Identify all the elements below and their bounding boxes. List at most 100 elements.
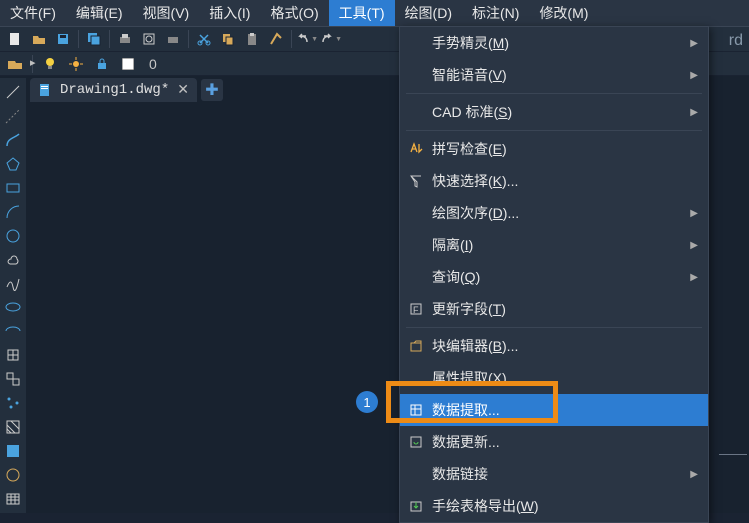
saveall-button[interactable] bbox=[83, 28, 105, 50]
hatch-tool[interactable] bbox=[2, 417, 24, 437]
cut-button[interactable] bbox=[193, 28, 215, 50]
menu-item-1[interactable]: 智能语音(V)▶ bbox=[400, 59, 708, 91]
menu-item-14[interactable]: 数据提取... bbox=[400, 394, 708, 426]
submenu-arrow-icon: ▶ bbox=[690, 240, 698, 251]
menu-item-label: 更新字段(T) bbox=[432, 299, 506, 319]
data-icon bbox=[406, 403, 426, 417]
menu-item-label: 数据提取... bbox=[432, 400, 500, 420]
menu-separator bbox=[406, 327, 702, 328]
menu-item-12[interactable]: 块编辑器(B)... bbox=[400, 330, 708, 362]
lightbulb-icon[interactable] bbox=[39, 53, 61, 75]
menu-separator bbox=[406, 93, 702, 94]
menu-item-0[interactable]: 手势精灵(M) ▶ bbox=[400, 27, 708, 59]
layer-name-field[interactable]: 0 bbox=[143, 56, 163, 72]
menu-item-label: 属性提取(X) bbox=[432, 368, 507, 388]
table-tool[interactable] bbox=[2, 489, 24, 509]
menu-item-16[interactable]: 数据链接 ▶ bbox=[400, 458, 708, 490]
menu-item-9[interactable]: 查询(Q)▶ bbox=[400, 261, 708, 293]
tab-close-button[interactable]: ✕ bbox=[177, 82, 189, 99]
preview-button[interactable] bbox=[138, 28, 160, 50]
layer-color-swatch[interactable] bbox=[117, 53, 139, 75]
tab-title: Drawing1.dwg* bbox=[60, 82, 169, 98]
menu-tools[interactable]: 工具(T) bbox=[329, 0, 395, 26]
menu-insert[interactable]: 插入(I) bbox=[199, 0, 260, 26]
polygon-tool[interactable] bbox=[2, 154, 24, 174]
menubar: 文件(F) 编辑(E) 视图(V) 插入(I) 格式(O) 工具(T) 绘图(D… bbox=[0, 0, 749, 26]
ellipse-tool[interactable] bbox=[2, 297, 24, 317]
menu-item-3[interactable]: CAD 标准(S) ▶ bbox=[400, 96, 708, 128]
match-button[interactable] bbox=[265, 28, 287, 50]
revcloud-tool[interactable] bbox=[2, 250, 24, 270]
menu-draw[interactable]: 绘图(D) bbox=[395, 0, 462, 26]
spell-icon bbox=[406, 142, 426, 156]
refresh-icon bbox=[406, 435, 426, 449]
menu-item-5[interactable]: 拼写检查(E) bbox=[400, 133, 708, 165]
menu-modify[interactable]: 修改(M) bbox=[529, 0, 598, 26]
field-icon: F bbox=[406, 302, 426, 316]
submenu-arrow-icon: ▶ bbox=[690, 107, 698, 118]
chevron-down-icon: ▼ bbox=[335, 36, 342, 43]
menu-item-label: 隔离(I) bbox=[432, 235, 473, 255]
redo-button[interactable]: ▼ bbox=[320, 28, 342, 50]
document-tab[interactable]: Drawing1.dwg* ✕ bbox=[30, 78, 197, 102]
menu-item-13[interactable]: 属性提取(X) bbox=[400, 362, 708, 394]
menu-item-6[interactable]: 快速选择(K)... bbox=[400, 165, 708, 197]
construction-line-tool[interactable] bbox=[2, 106, 24, 126]
copy-button[interactable] bbox=[217, 28, 239, 50]
ellipse-arc-tool[interactable] bbox=[2, 321, 24, 341]
spline-tool[interactable] bbox=[2, 274, 24, 294]
menu-format[interactable]: 格式(O) bbox=[260, 0, 328, 26]
menu-file[interactable]: 文件(F) bbox=[0, 0, 66, 26]
insert-block-tool[interactable] bbox=[2, 345, 24, 365]
arc-tool[interactable] bbox=[2, 202, 24, 222]
submenu-arrow-icon: ▶ bbox=[690, 469, 698, 480]
svg-text:F: F bbox=[413, 305, 419, 315]
menu-item-label: 手绘表格导出(W) bbox=[432, 496, 539, 516]
ribbon-fragment-text: rd bbox=[729, 32, 743, 50]
undo-button[interactable]: ▼ bbox=[296, 28, 318, 50]
toolbar-separator bbox=[291, 30, 292, 48]
decoration-line bbox=[719, 454, 747, 455]
menu-item-label: 数据链接 bbox=[432, 464, 488, 484]
menu-item-15[interactable]: 数据更新... bbox=[400, 426, 708, 458]
menu-dim[interactable]: 标注(N) bbox=[462, 0, 529, 26]
rectangle-tool[interactable] bbox=[2, 178, 24, 198]
submenu-arrow-icon: ▶ bbox=[690, 38, 698, 49]
menu-item-10[interactable]: F 更新字段(T) bbox=[400, 293, 708, 325]
save-button[interactable] bbox=[52, 28, 74, 50]
tab-expand-icon[interactable]: ▸ bbox=[30, 56, 36, 69]
print-button[interactable] bbox=[114, 28, 136, 50]
layer-manager-button[interactable] bbox=[4, 53, 26, 75]
plot-button[interactable] bbox=[162, 28, 184, 50]
sun-icon[interactable] bbox=[65, 53, 87, 75]
lock-icon[interactable] bbox=[91, 53, 113, 75]
draw-palette bbox=[0, 78, 26, 513]
paste-button[interactable] bbox=[241, 28, 263, 50]
new-tab-button[interactable]: ✚ bbox=[201, 79, 223, 101]
menu-item-7[interactable]: 绘图次序(D)...▶ bbox=[400, 197, 708, 229]
toolbar-separator bbox=[109, 30, 110, 48]
gradient-tool[interactable] bbox=[2, 441, 24, 461]
menu-item-label: 智能语音(V) bbox=[432, 65, 507, 85]
menu-item-label: 绘图次序(D)... bbox=[432, 203, 519, 223]
menu-item-label: 查询(Q) bbox=[432, 267, 480, 287]
open-button[interactable] bbox=[28, 28, 50, 50]
point-tool[interactable] bbox=[2, 393, 24, 413]
block-icon bbox=[406, 339, 426, 353]
circle-tool[interactable] bbox=[2, 226, 24, 246]
menu-item-label: CAD 标准(S) bbox=[432, 102, 512, 122]
make-block-tool[interactable] bbox=[2, 369, 24, 389]
menu-item-label: 块编辑器(B)... bbox=[432, 336, 518, 356]
polyline-tool[interactable] bbox=[2, 130, 24, 150]
menu-item-17[interactable]: 手绘表格导出(W) bbox=[400, 490, 708, 522]
menu-item-8[interactable]: 隔离(I) ▶ bbox=[400, 229, 708, 261]
line-tool[interactable] bbox=[2, 82, 24, 102]
menu-edit[interactable]: 编辑(E) bbox=[66, 0, 133, 26]
menu-view[interactable]: 视图(V) bbox=[133, 0, 200, 26]
region-tool[interactable] bbox=[2, 465, 24, 485]
toolbar-separator bbox=[78, 30, 79, 48]
new-button[interactable] bbox=[4, 28, 26, 50]
qsel-icon bbox=[406, 174, 426, 188]
tools-dropdown-menu: 手势精灵(M)▶智能语音(V)▶CAD 标准(S)▶拼写检查(E)快速选择(K)… bbox=[399, 26, 709, 523]
menu-item-label: 手势精灵(M) bbox=[432, 33, 509, 53]
